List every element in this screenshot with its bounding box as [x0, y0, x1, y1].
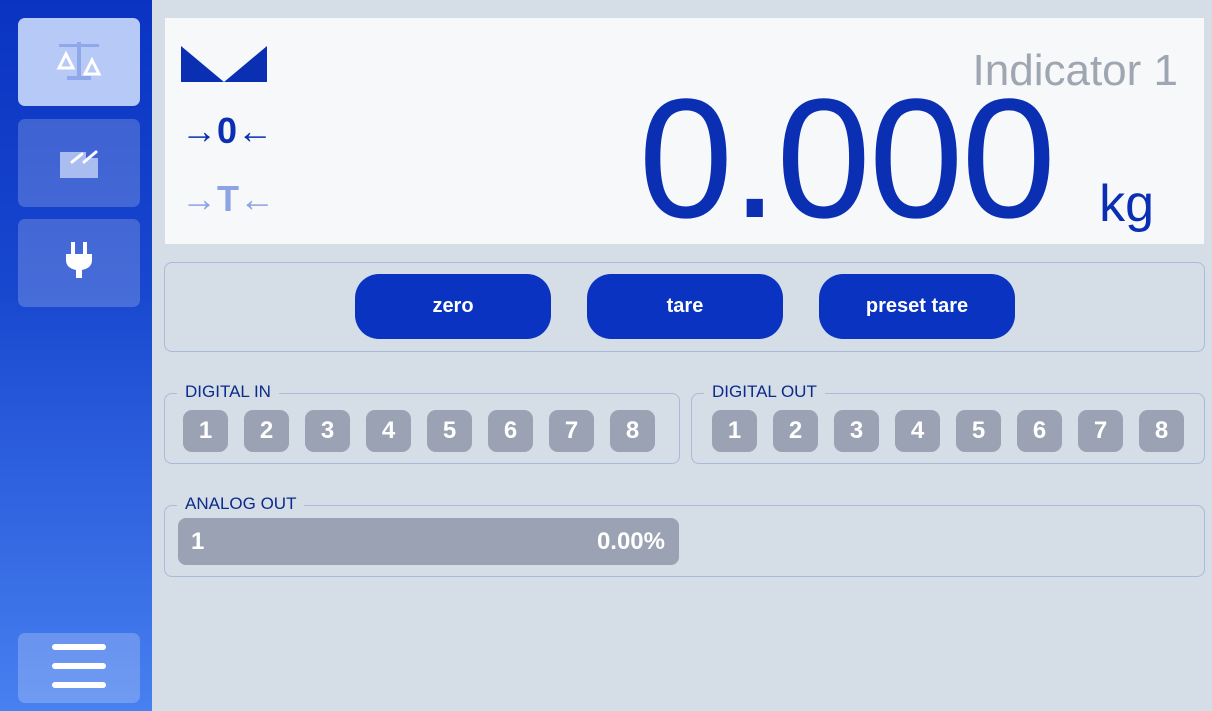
analog-out-bar: 1 0.00% [178, 518, 679, 565]
sidebar-item-scale[interactable] [18, 18, 140, 106]
digital-out-1[interactable]: 1 [712, 410, 757, 452]
digital-out-3[interactable]: 3 [834, 410, 879, 452]
plug-icon [64, 242, 94, 284]
stability-icon [181, 44, 267, 88]
weight-value: 0.000 [638, 64, 1056, 254]
analog-out-value: 0.00% [596, 528, 665, 555]
sidebar [0, 0, 152, 711]
digital-out-4[interactable]: 4 [895, 410, 940, 452]
preset-tare-button[interactable]: preset tare [819, 274, 1015, 339]
digital-in-6: 6 [488, 410, 533, 452]
analog-out-panel: ANALOG OUT 1 0.00% [164, 494, 1205, 577]
digital-out-panel: DIGITAL OUT 1 2 3 4 5 6 7 8 [691, 382, 1205, 464]
digital-in-2: 2 [244, 410, 289, 452]
digital-in-8: 8 [610, 410, 655, 452]
digital-out-2[interactable]: 2 [773, 410, 818, 452]
analog-out-channel: 1 [191, 528, 205, 555]
hamburger-menu-icon [52, 642, 106, 694]
digital-in-5: 5 [427, 410, 472, 452]
zero-indicator: →0← [181, 110, 274, 151]
digital-in-1: 1 [183, 410, 228, 452]
sidebar-item-connection[interactable] [18, 219, 140, 307]
digital-out-5[interactable]: 5 [956, 410, 1001, 452]
digital-in-3: 3 [305, 410, 350, 452]
scale-icon [53, 38, 105, 86]
tare-button[interactable]: tare [587, 274, 783, 339]
digital-in-label: DIGITAL IN [177, 382, 279, 402]
digital-out-label: DIGITAL OUT [704, 382, 825, 402]
factory-icon [56, 142, 102, 184]
digital-out-8[interactable]: 8 [1139, 410, 1184, 452]
menu-button[interactable] [18, 633, 140, 703]
tare-indicator: →T← [181, 178, 275, 219]
weight-unit: kg [1099, 175, 1154, 233]
action-panel: zero tare preset tare [164, 262, 1205, 352]
digital-out-6[interactable]: 6 [1017, 410, 1062, 452]
digital-out-7[interactable]: 7 [1078, 410, 1123, 452]
digital-in-panel: DIGITAL IN 1 2 3 4 5 6 7 8 [164, 382, 680, 464]
analog-out-label: ANALOG OUT [177, 494, 305, 514]
zero-button[interactable]: zero [355, 274, 551, 339]
weight-display: →0← →T← Indicator 1 0.000 kg [165, 18, 1204, 244]
digital-in-4: 4 [366, 410, 411, 452]
sidebar-item-process[interactable] [18, 119, 140, 207]
digital-in-7: 7 [549, 410, 594, 452]
